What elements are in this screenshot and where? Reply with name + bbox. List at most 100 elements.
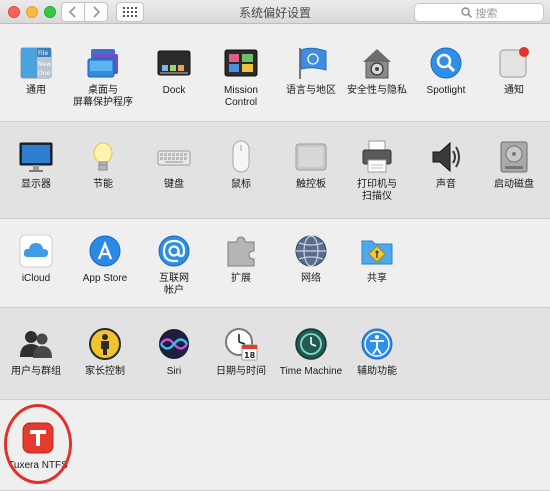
show-all-button[interactable] [116, 2, 144, 22]
pane-dock[interactable]: Dock [140, 46, 208, 97]
close-window-button[interactable] [8, 6, 20, 18]
chevron-right-icon [93, 6, 101, 18]
lightbulb-icon [86, 140, 120, 174]
pane-printers[interactable]: 打印机与 扫描仪 [343, 140, 411, 203]
zoom-window-button[interactable] [44, 6, 56, 18]
pane-sound[interactable]: 声音 [412, 140, 480, 191]
mouse-icon [224, 140, 258, 174]
pane-label: iCloud [21, 273, 51, 284]
pane-label: 节能 [93, 179, 113, 190]
pane-energy[interactable]: 节能 [69, 140, 137, 191]
notifications-icon [497, 46, 531, 80]
at-sign-icon [157, 234, 191, 268]
pane-label: 通用 [26, 85, 46, 96]
desktop-icon [86, 46, 120, 80]
pane-accessibility[interactable]: 辅助功能 [343, 327, 411, 378]
accessibility-icon [360, 327, 394, 361]
pane-label: 键盘 [164, 179, 184, 190]
pane-label: 安全性与隐私 [347, 85, 407, 96]
pane-label: 桌面与 屏幕保护程序 [73, 85, 133, 108]
pane-extensions[interactable]: 扩展 [207, 234, 275, 285]
siri-icon [157, 327, 191, 361]
pane-label: Spotlight [426, 85, 466, 96]
shared-folder-icon [360, 234, 394, 268]
general-icon: File New One [19, 46, 53, 80]
house-lock-icon [360, 46, 394, 80]
pane-users-groups[interactable]: 用户与群组 [2, 327, 70, 378]
pane-network[interactable]: 网络 [277, 234, 345, 285]
calendar-day: 18 [244, 351, 256, 360]
pane-language[interactable]: 语言与地区 [277, 46, 345, 97]
pane-icloud[interactable]: iCloud [2, 234, 70, 285]
spotlight-icon [429, 46, 463, 80]
pane-time-machine[interactable]: Time Machine [275, 327, 347, 378]
pane-displays[interactable]: 显示器 [2, 140, 70, 191]
search-field[interactable]: 搜索 [414, 3, 544, 22]
general-icon-one: One [38, 70, 51, 77]
pane-mouse[interactable]: 鼠标 [207, 140, 275, 191]
forward-button[interactable] [84, 2, 108, 22]
pane-label: Dock [162, 85, 186, 96]
pane-sharing[interactable]: 共享 [343, 234, 411, 285]
display-icon [19, 140, 53, 174]
pane-trackpad[interactable]: 触控板 [277, 140, 345, 191]
pane-parental-controls[interactable]: 家长控制 [71, 327, 139, 378]
search-placeholder: 搜索 [475, 7, 498, 20]
pane-label: Time Machine [279, 366, 343, 377]
search-icon [460, 7, 472, 18]
app-store-icon [88, 234, 122, 268]
pane-desktop[interactable]: 桌面与 屏幕保护程序 [69, 46, 137, 109]
pane-startup-disk[interactable]: 启动磁盘 [480, 140, 548, 191]
minimize-window-button[interactable] [26, 6, 38, 18]
pane-mission-control[interactable]: Mission Control [207, 46, 275, 109]
pane-keyboard[interactable]: 键盘 [140, 140, 208, 191]
pane-label: 共享 [367, 273, 387, 284]
pane-label: 互联网 帐户 [159, 273, 189, 296]
printer-icon [360, 140, 394, 174]
puzzle-icon [224, 234, 258, 268]
pane-label: Mission Control [224, 85, 258, 108]
title-bar: 系统偏好设置 搜索 [0, 0, 550, 24]
pane-label: 家长控制 [85, 366, 125, 377]
back-button[interactable] [61, 2, 85, 22]
keyboard-icon [157, 140, 191, 174]
pane-label: 打印机与 扫描仪 [357, 179, 397, 202]
pane-security[interactable]: 安全性与隐私 [343, 46, 411, 97]
flag-icon [294, 46, 328, 80]
time-machine-icon [294, 327, 328, 361]
dock-icon [157, 46, 191, 80]
pane-label: 启动磁盘 [494, 179, 534, 190]
pane-label: App Store [82, 273, 128, 284]
pane-label: 通知 [504, 85, 524, 96]
general-icon-new: New [38, 61, 51, 68]
pane-label: 网络 [301, 273, 321, 284]
pane-notifications[interactable]: 通知 [480, 46, 548, 97]
pane-label: 鼠标 [231, 179, 251, 190]
pane-label: 声音 [436, 179, 456, 190]
pane-internet-accounts[interactable]: 互联网 帐户 [140, 234, 208, 297]
pane-spotlight[interactable]: Spotlight [412, 46, 480, 97]
pane-general[interactable]: File New One 通用 [2, 46, 70, 97]
pane-label: 日期与时间 [216, 366, 266, 377]
icloud-icon [19, 234, 53, 268]
grid-icon [123, 7, 137, 17]
section-other [0, 400, 550, 491]
globe-icon [294, 234, 328, 268]
chevron-left-icon [68, 6, 76, 18]
pane-label: 显示器 [21, 179, 51, 190]
parental-controls-icon [88, 327, 122, 361]
pane-label: 触控板 [296, 179, 326, 190]
clock-calendar-icon: 18 [224, 327, 258, 361]
pane-date-time[interactable]: 18 日期与时间 [207, 327, 275, 378]
pane-app-store[interactable]: App Store [71, 234, 139, 285]
pane-label: 辅助功能 [357, 366, 397, 377]
pane-label: 语言与地区 [286, 85, 336, 96]
users-icon [19, 327, 53, 361]
pane-siri[interactable]: Siri [140, 327, 208, 378]
trackpad-icon [294, 140, 328, 174]
mission-control-icon [224, 46, 258, 80]
pane-label: Siri [166, 366, 182, 377]
highlight-circle [4, 404, 72, 484]
pane-label: 用户与群组 [11, 366, 61, 377]
pane-label: 扩展 [231, 273, 251, 284]
